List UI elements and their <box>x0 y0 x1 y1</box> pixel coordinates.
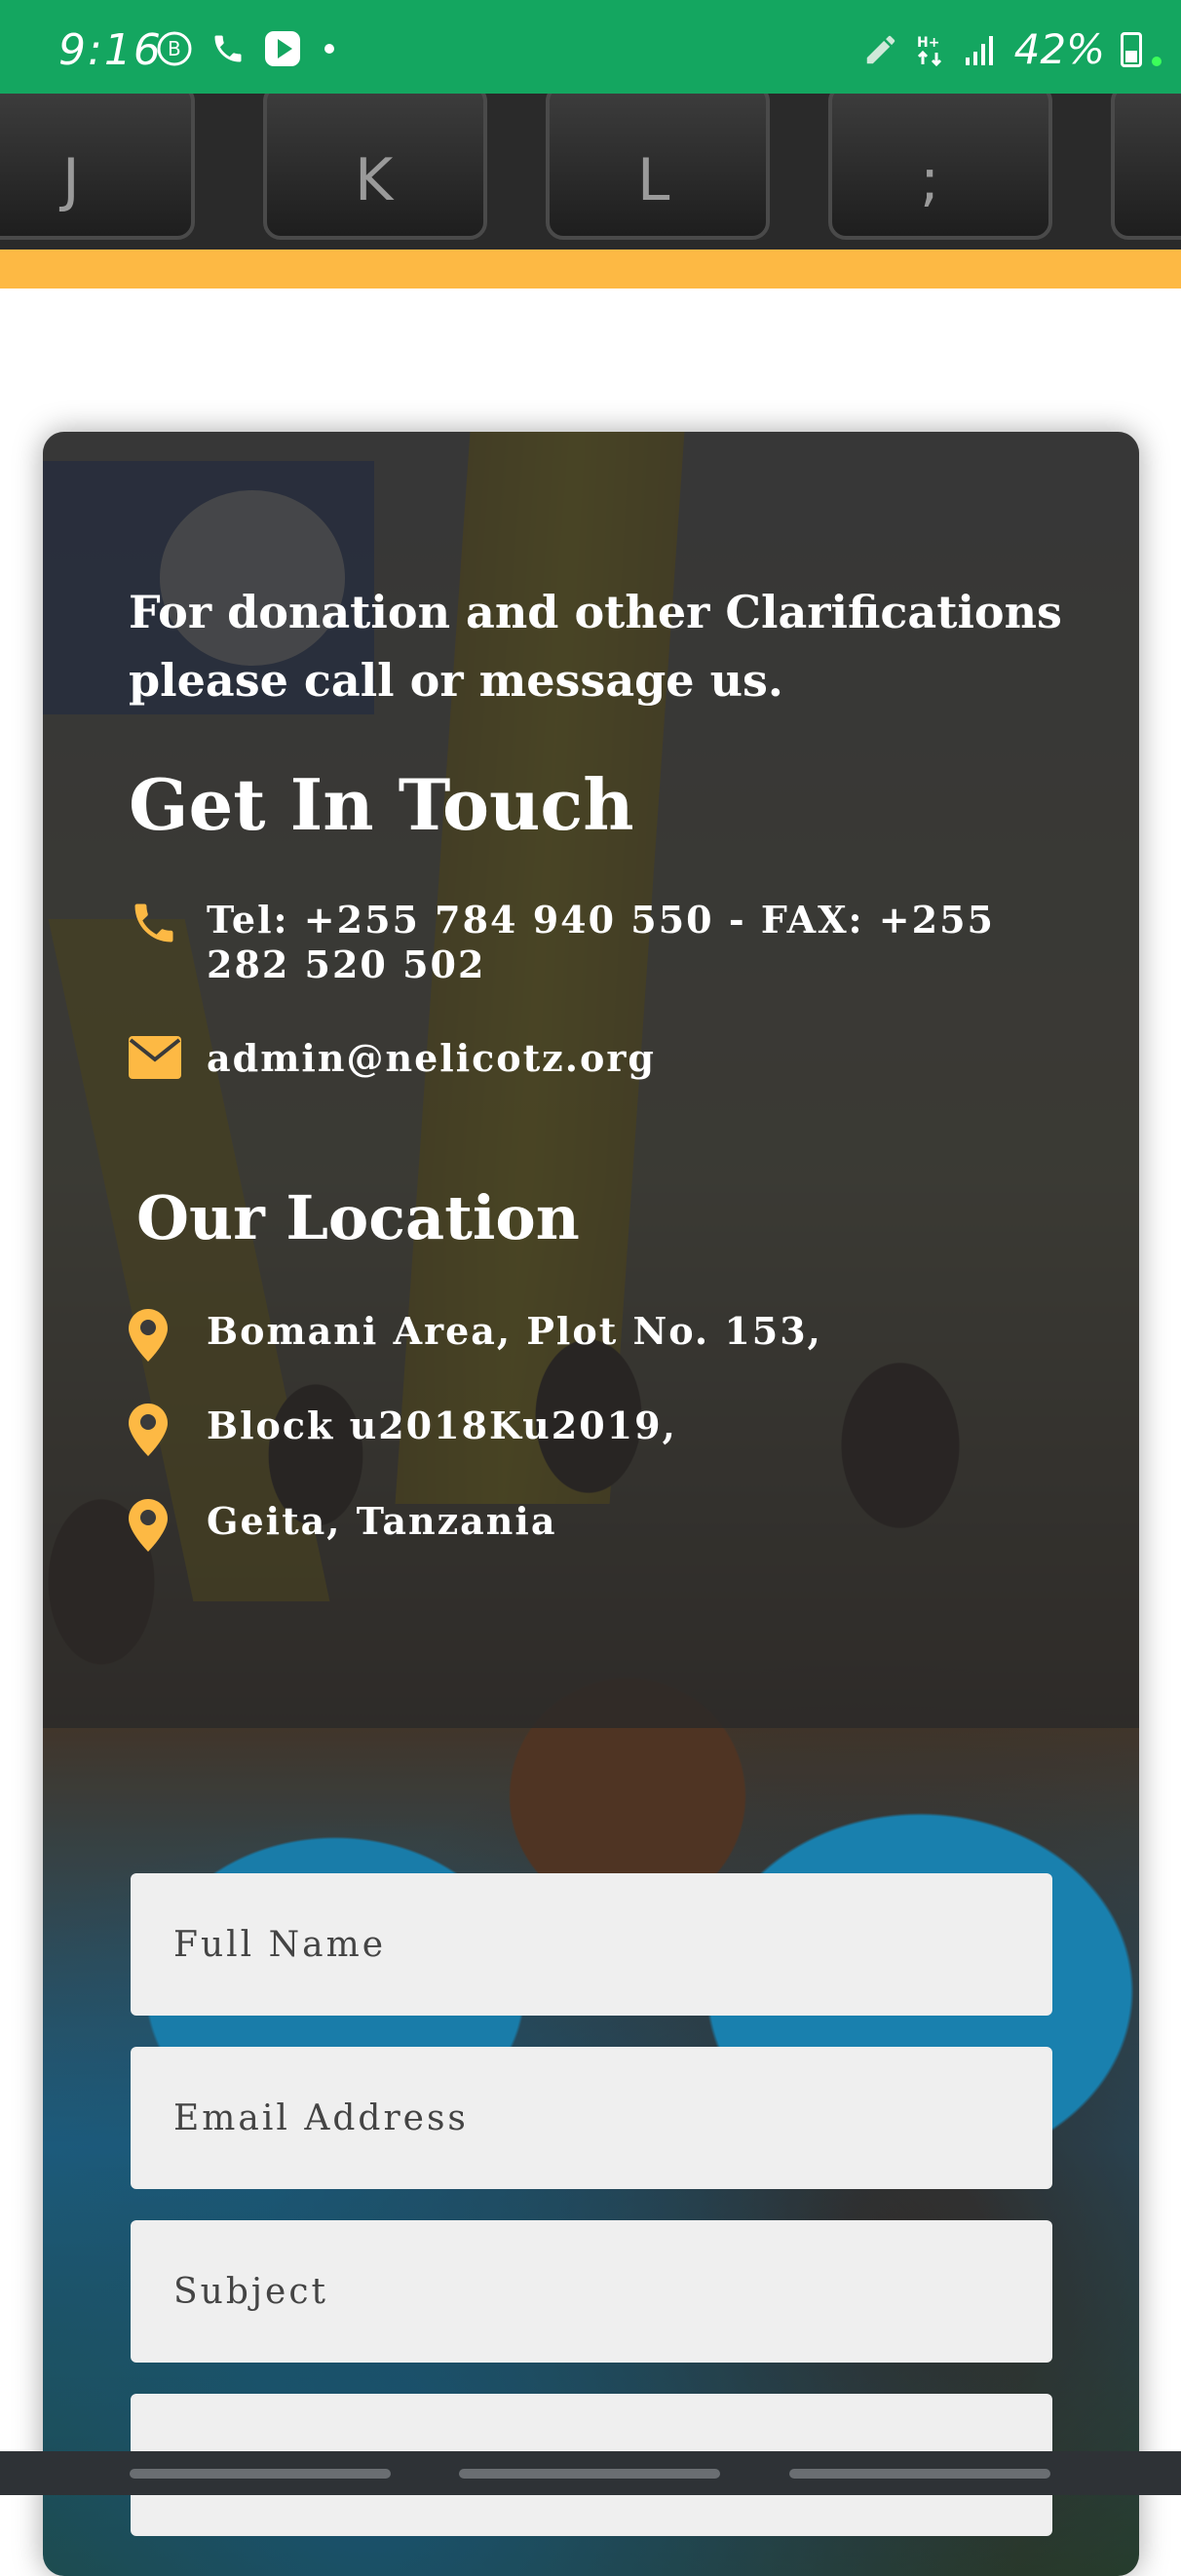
map-pin-icon <box>129 1309 168 1362</box>
phone-row[interactable]: Tel: +255 784 940 550 - FAX: +255 282 52… <box>129 898 1045 987</box>
whatsapp-business-icon: B <box>157 31 192 66</box>
notification-dot-icon <box>324 44 334 54</box>
charging-dot-icon <box>1152 56 1162 66</box>
system-navigation-bar <box>0 2451 1181 2495</box>
subject-input[interactable] <box>131 2220 1052 2363</box>
play-app-icon <box>265 31 300 66</box>
phone-icon <box>134 904 173 942</box>
battery-icon <box>1121 31 1142 67</box>
hero-banner-image: J K L ; ' <box>0 94 1181 250</box>
mobile-data-icon: H+ <box>917 35 941 66</box>
email-address-input[interactable] <box>131 2047 1052 2189</box>
email-text: admin@nelicotz.org <box>207 1036 656 1080</box>
get-in-touch-heading: Get In Touch <box>129 763 634 846</box>
map-pin-icon <box>129 1499 168 1552</box>
keyboard-key: ' <box>1111 94 1181 240</box>
signal-icon <box>965 35 993 65</box>
status-bar: 9:16 B H+ 42% <box>0 0 1181 94</box>
svg-text:H+: H+ <box>917 35 939 51</box>
nav-handle[interactable] <box>130 2469 391 2479</box>
envelope-icon <box>129 1036 181 1079</box>
svg-text:B: B <box>168 37 181 60</box>
our-location-heading: Our Location <box>136 1182 580 1253</box>
keyboard-key: L <box>546 94 770 240</box>
nav-handle[interactable] <box>789 2469 1050 2479</box>
battery-percent: 42% <box>1013 25 1105 73</box>
full-name-input[interactable] <box>131 1873 1052 2016</box>
location-line-3: Geita, Tanzania <box>129 1499 1045 1560</box>
email-row[interactable]: admin@nelicotz.org <box>129 1036 1045 1088</box>
pencil-icon <box>866 35 895 63</box>
contact-card: For donation and other Clarifications pl… <box>43 432 1139 2576</box>
map-pin-icon <box>129 1403 168 1456</box>
phone-call-icon <box>214 35 242 62</box>
location-line-2: Block u2018Ku2019, <box>129 1403 1045 1465</box>
donation-intro-text: For donation and other Clarifications pl… <box>129 586 1062 707</box>
phone-text: Tel: +255 784 940 550 - FAX: +255 282 52… <box>207 898 995 986</box>
keyboard-key: ; <box>828 94 1052 240</box>
status-time: 9:16 <box>58 25 163 75</box>
keyboard-key: K <box>263 94 487 240</box>
accent-stripe <box>0 250 1181 288</box>
keyboard-key: J <box>0 94 195 240</box>
location-line-1: Bomani Area, Plot No. 153, <box>129 1309 1045 1370</box>
nav-handle[interactable] <box>459 2469 720 2479</box>
